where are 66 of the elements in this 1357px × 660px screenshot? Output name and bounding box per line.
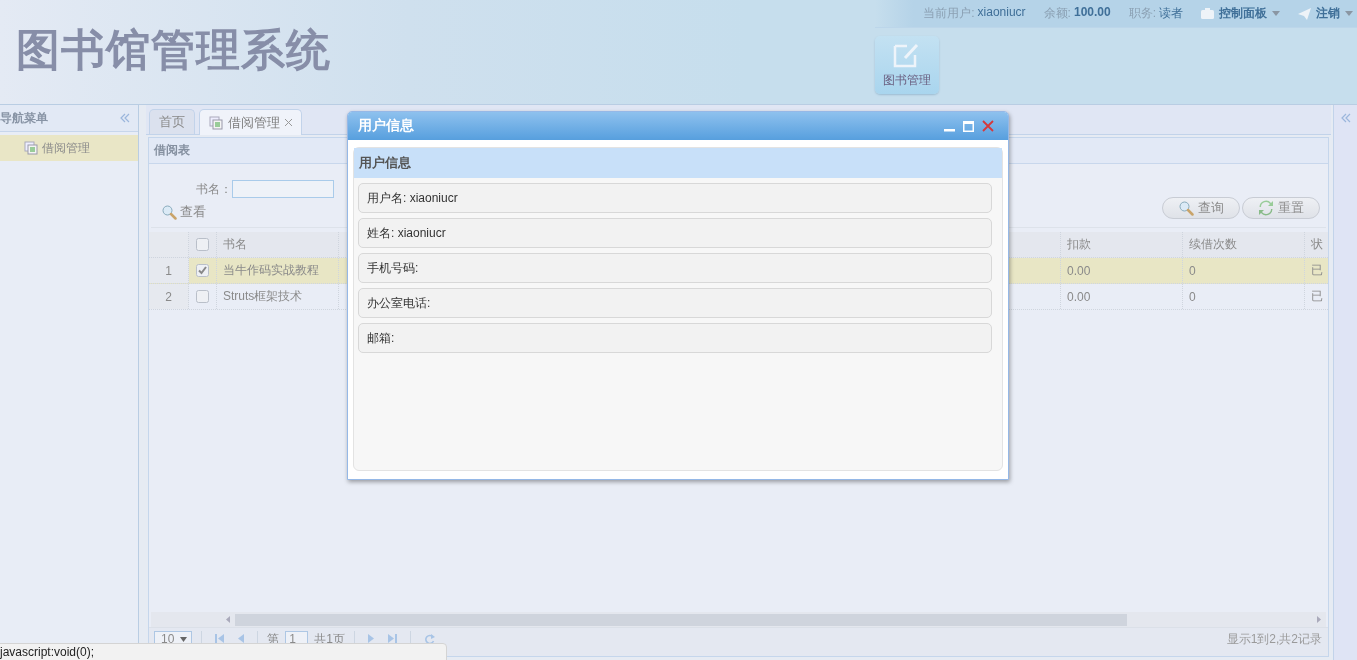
info-field: 姓名: xiaoniucr bbox=[358, 218, 992, 248]
table-cell-text: 已 bbox=[1310, 262, 1324, 279]
collapse-icon[interactable] bbox=[120, 113, 130, 123]
info-field: 办公室电话: bbox=[358, 288, 992, 318]
app-logo: 图书馆管理系统 bbox=[16, 23, 331, 77]
column-header[interactable]: 状 bbox=[1305, 232, 1328, 257]
info-value: 读者 bbox=[1159, 5, 1183, 22]
close-icon[interactable] bbox=[285, 119, 292, 126]
last-page-icon[interactable] bbox=[388, 634, 398, 643]
field-label: 书名： bbox=[196, 180, 232, 198]
scrollbar-thumb[interactable] bbox=[235, 613, 1127, 626]
table-cell: 0.00 bbox=[1061, 258, 1183, 283]
caret-down-icon bbox=[1345, 11, 1353, 16]
caret-down-icon bbox=[1272, 11, 1280, 16]
scroll-left-icon bbox=[226, 616, 230, 623]
table-cell: 0 bbox=[1183, 258, 1305, 283]
table-cell: 0 bbox=[1183, 284, 1305, 309]
pages-icon bbox=[209, 115, 223, 130]
nav-item[interactable]: 借阅管理 bbox=[0, 135, 138, 161]
close-icon[interactable] bbox=[982, 120, 994, 132]
checkbox[interactable] bbox=[196, 238, 209, 251]
paper-plane-icon bbox=[1298, 7, 1311, 20]
previous-page-icon[interactable] bbox=[238, 634, 245, 643]
checkbox[interactable] bbox=[196, 264, 209, 277]
view-button[interactable]: 查看 bbox=[161, 203, 334, 221]
edit-icon bbox=[893, 41, 921, 68]
info-value: xiaoniucr bbox=[977, 5, 1026, 21]
menu-button[interactable]: 注销 bbox=[1298, 5, 1353, 22]
scroll-right-icon bbox=[1317, 616, 1321, 623]
menu-button[interactable]: 控制面板 bbox=[1201, 5, 1280, 22]
panel-title: 用户信息 bbox=[354, 148, 1002, 178]
panel-title: 导航菜单 bbox=[0, 109, 48, 127]
column-header[interactable]: 书名 bbox=[217, 232, 339, 257]
first-page-icon[interactable] bbox=[215, 634, 225, 643]
refresh-icon[interactable] bbox=[424, 634, 436, 645]
module-tile[interactable]: 图书管理 bbox=[875, 36, 939, 94]
table-cell: 当牛作码实战教程 bbox=[217, 258, 339, 283]
maximize-icon[interactable] bbox=[963, 120, 974, 132]
next-page-icon[interactable] bbox=[368, 634, 375, 643]
pages-icon bbox=[24, 141, 38, 155]
table-cell: Struts框架技术 bbox=[217, 284, 339, 309]
tab[interactable]: 首页 bbox=[149, 109, 195, 134]
search-button[interactable]: 查询 bbox=[1162, 197, 1240, 219]
info-value: 100.00 bbox=[1073, 5, 1111, 21]
search-field[interactable] bbox=[232, 180, 334, 198]
expand-icon[interactable] bbox=[1340, 113, 1351, 123]
table-cell: 0.00 bbox=[1061, 284, 1183, 309]
column-header[interactable]: 续借次数 bbox=[1183, 232, 1305, 257]
table-cell-text: 已 bbox=[1310, 288, 1324, 305]
search-icon bbox=[1178, 200, 1194, 216]
briefcase-icon bbox=[1201, 8, 1214, 19]
column-header[interactable]: 扣款 bbox=[1061, 232, 1183, 257]
info-field: 用户名: xiaoniucr bbox=[358, 183, 992, 213]
refresh-icon bbox=[1258, 200, 1274, 216]
info-field: 邮箱: bbox=[358, 323, 992, 353]
pagination-summary: 显示1到2,共2记录 bbox=[1226, 631, 1322, 648]
row-number: 1 bbox=[149, 258, 189, 283]
horizontal-scrollbar[interactable] bbox=[151, 612, 1326, 627]
tab[interactable]: 借阅管理 bbox=[199, 109, 302, 135]
dialog-title: 用户信息 bbox=[358, 117, 414, 135]
checkbox[interactable] bbox=[196, 290, 209, 303]
status-tooltip: javascript:void(0); bbox=[0, 643, 447, 660]
row-number: 2 bbox=[149, 284, 189, 309]
reset-button[interactable]: 重置 bbox=[1242, 197, 1320, 219]
info-field: 手机号码: bbox=[358, 253, 992, 283]
search-icon bbox=[161, 204, 177, 220]
